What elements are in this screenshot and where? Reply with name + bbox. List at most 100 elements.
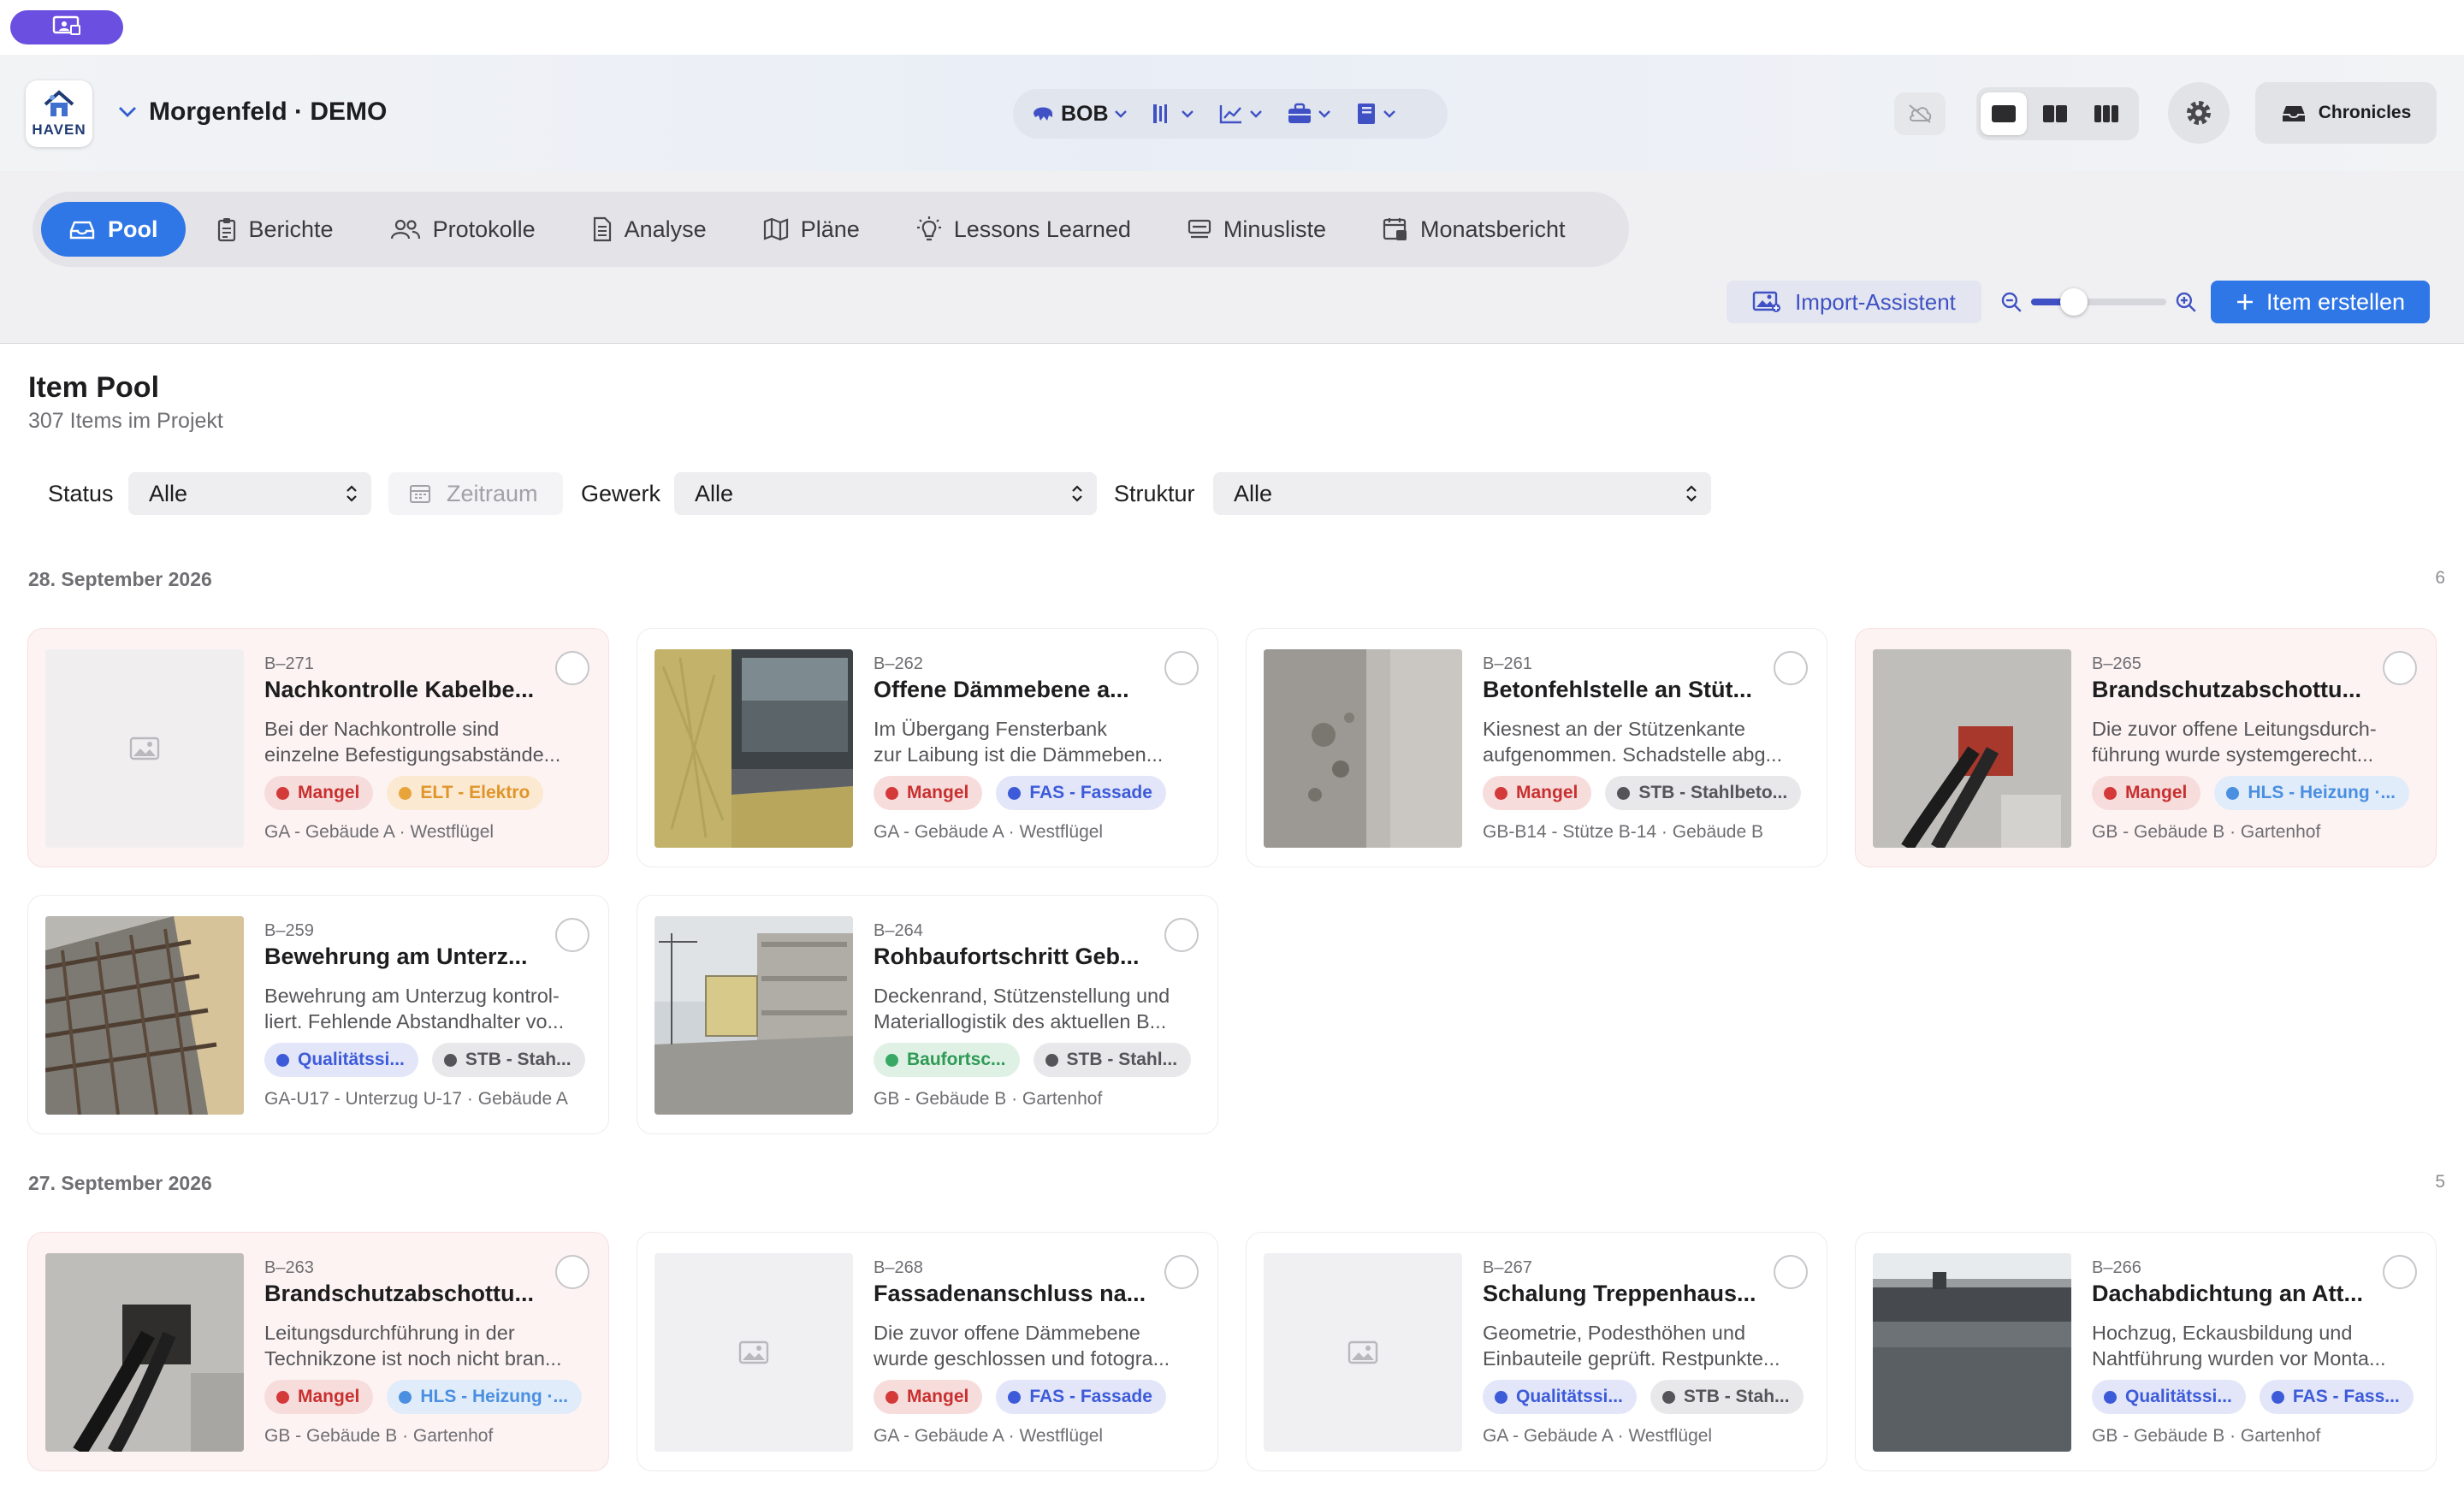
item-card[interactable]: B–259 Bewehrung am Unterz... Bewehrung a… <box>27 895 609 1134</box>
select-checkbox[interactable] <box>2383 1255 2417 1289</box>
date-range-picker[interactable]: Zeitraum <box>388 472 563 515</box>
photo-insulation-window <box>654 649 853 848</box>
category-tag[interactable]: Qualitätssi... <box>2092 1380 2246 1414</box>
zoom-out-icon[interactable] <box>2000 291 2023 313</box>
item-thumbnail[interactable] <box>1264 649 1462 848</box>
tab-berichte[interactable]: Berichte <box>191 202 359 257</box>
category-tag[interactable]: Mangel <box>874 776 983 810</box>
select-checkbox[interactable] <box>1164 1255 1199 1289</box>
item-card[interactable]: B–261 Betonfehlstelle an Stüt... Kiesnes… <box>1246 628 1827 867</box>
select-checkbox[interactable] <box>1164 651 1199 685</box>
create-item-button[interactable]: Item erstellen <box>2211 281 2430 323</box>
select-checkbox[interactable] <box>1774 651 1808 685</box>
category-tag[interactable]: STB - Stah... <box>431 1043 585 1077</box>
item-title: Betonfehlstelle an Stüt... <box>1483 677 1753 702</box>
tab-lessons-learned[interactable]: Lessons Learned <box>891 202 1157 257</box>
category-tag[interactable]: Baufortsc... <box>874 1043 1020 1077</box>
tab-pool[interactable]: Pool <box>41 202 186 257</box>
assistant-menu[interactable]: BOB <box>1030 102 1128 127</box>
view-triple-button[interactable] <box>2083 92 2129 135</box>
chronicles-button[interactable]: Chronicles <box>2255 82 2437 144</box>
item-card[interactable]: B–265 Brandschutzabschottu... Die zuvor … <box>1855 628 2437 867</box>
category-tag[interactable]: FAS - Fass... <box>2259 1380 2414 1414</box>
view-single-button[interactable] <box>1981 92 2027 135</box>
project-switcher[interactable]: Morgenfeld · DEMO <box>118 98 387 127</box>
item-card[interactable]: B–271 Nachkontrolle Kabelbe... Bei der N… <box>27 628 609 867</box>
item-thumbnail[interactable] <box>654 1253 853 1452</box>
haven-logo[interactable]: HAVEN <box>26 80 92 147</box>
settings-button[interactable] <box>2168 82 2230 144</box>
item-description-line: Kiesnest an der Stützenkante <box>1483 718 1746 740</box>
item-thumbnail[interactable] <box>45 916 244 1115</box>
item-thumbnail[interactable] <box>654 649 853 848</box>
tab-monatsbericht[interactable]: Monatsbericht <box>1357 202 1591 257</box>
tag-dot <box>886 786 898 800</box>
tab-analyse[interactable]: Analyse <box>566 202 732 257</box>
people-icon <box>390 219 420 240</box>
category-tag[interactable]: ELT - Elektro <box>387 776 544 810</box>
category-tag[interactable]: STB - Stah... <box>1650 1380 1804 1414</box>
zoom-in-icon[interactable] <box>2175 291 2197 313</box>
zoom-slider-handle[interactable] <box>2059 288 2088 316</box>
item-thumbnail[interactable] <box>45 649 244 848</box>
gewerk-select[interactable]: Alle <box>674 472 1097 515</box>
select-checkbox[interactable] <box>555 1255 589 1289</box>
item-thumbnail[interactable] <box>1873 649 2071 848</box>
category-tag[interactable]: Qualitätssi... <box>1483 1380 1637 1414</box>
zoom-control <box>2000 287 2197 317</box>
chart-menu[interactable] <box>1218 103 1263 125</box>
photo-fire-seal <box>1873 649 2071 848</box>
item-thumbnail[interactable] <box>1873 1253 2071 1452</box>
section-date-heading: 28. September 2026 <box>28 568 212 590</box>
item-card[interactable]: B–267 Schalung Treppenhaus... Geometrie,… <box>1246 1232 1827 1471</box>
item-card[interactable]: B–263 Brandschutzabschottu... Leitungsdu… <box>27 1232 609 1471</box>
tag-dot <box>1008 1390 1022 1404</box>
category-tag[interactable]: HLS - Heizung ·... <box>2214 776 2409 810</box>
item-thumbnail[interactable] <box>654 916 853 1115</box>
item-thumbnail[interactable] <box>1264 1253 1462 1452</box>
screen-share-button[interactable] <box>10 10 123 44</box>
book-menu[interactable] <box>1355 102 1396 126</box>
category-tag[interactable]: HLS - Heizung ·... <box>387 1380 582 1414</box>
view-double-button[interactable] <box>2032 92 2078 135</box>
category-tag[interactable]: FAS - Fassade <box>996 1380 1166 1414</box>
zoom-slider[interactable] <box>2030 288 2167 316</box>
item-card[interactable]: B–264 Rohbaufortschritt Geb... Deckenran… <box>637 895 1218 1134</box>
import-assistant-button[interactable]: Import-Assistent <box>1727 281 1981 323</box>
tab-plaene[interactable]: Pläne <box>737 202 886 257</box>
category-tag[interactable]: Qualitätssi... <box>264 1043 418 1077</box>
gantt-menu[interactable] <box>1152 103 1194 125</box>
select-checkbox[interactable] <box>1164 918 1199 952</box>
category-tag[interactable]: Mangel <box>2092 776 2201 810</box>
sync-button[interactable] <box>1894 92 1946 135</box>
item-card[interactable]: B–266 Dachabdichtung an Att... Hochzug, … <box>1855 1232 2437 1471</box>
select-checkbox[interactable] <box>555 651 589 685</box>
briefcase-menu[interactable] <box>1287 103 1331 125</box>
item-card[interactable]: B–268 Fassadenanschluss na... Die zuvor … <box>637 1232 1218 1471</box>
item-title: Nachkontrolle Kabelbe... <box>264 677 535 702</box>
system-top-strip <box>0 0 2464 55</box>
category-tag[interactable]: Mangel <box>264 1380 374 1414</box>
category-tag[interactable]: STB - Stahlbeto... <box>1605 776 1802 810</box>
item-thumbnail[interactable] <box>45 1253 244 1452</box>
item-description: Die zuvor offene Leitungsdurch-führung w… <box>2092 716 2417 767</box>
category-tag[interactable]: Mangel <box>874 1380 983 1414</box>
category-tag[interactable]: STB - Stahl... <box>1033 1043 1192 1077</box>
select-checkbox[interactable] <box>555 918 589 952</box>
tab-minusliste[interactable]: Minusliste <box>1162 202 1352 257</box>
tab-protokolle[interactable]: Protokolle <box>364 202 561 257</box>
select-checkbox[interactable] <box>2383 651 2417 685</box>
select-checkbox[interactable] <box>1774 1255 1808 1289</box>
status-select[interactable]: Alle <box>128 472 371 515</box>
item-id: B–266 <box>2092 1258 2141 1277</box>
assistant-label: BOB <box>1061 101 1109 126</box>
tag-label: Mangel <box>907 783 969 802</box>
struktur-select[interactable]: Alle <box>1213 472 1711 515</box>
item-card[interactable]: B–262 Offene Dämmebene a... Im Übergang … <box>637 628 1218 867</box>
category-tag[interactable]: Mangel <box>264 776 374 810</box>
tag-dot <box>1495 786 1507 800</box>
calendar-report-icon <box>1383 218 1407 240</box>
category-tag[interactable]: Mangel <box>1483 776 1592 810</box>
category-tag[interactable]: FAS - Fassade <box>996 776 1166 810</box>
item-description: Im Übergang Fensterbank zur Laibung ist d… <box>874 716 1199 767</box>
